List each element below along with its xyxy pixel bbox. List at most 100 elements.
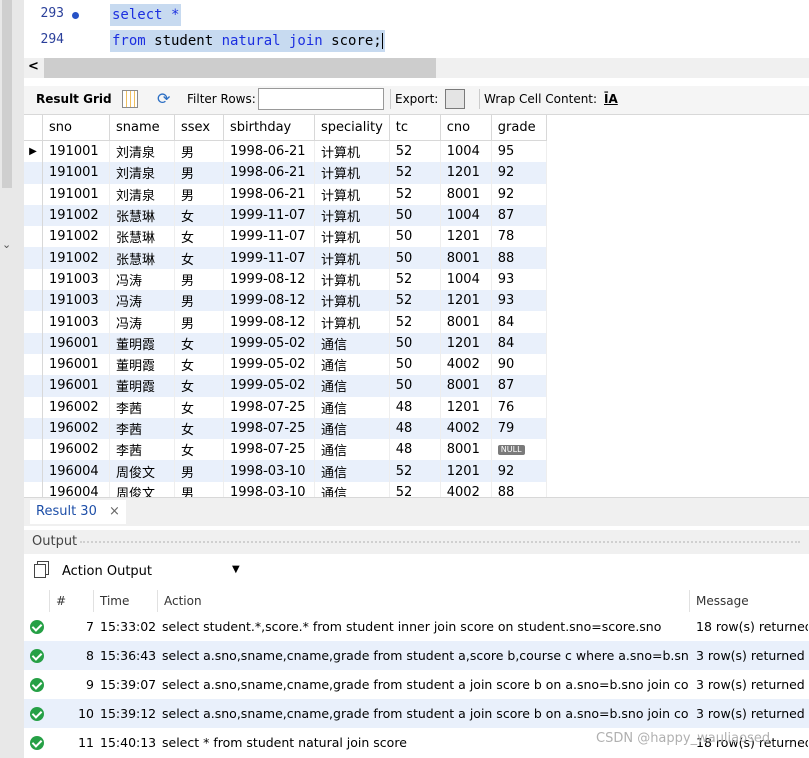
grid-cell[interactable]: 8001 [440, 183, 492, 205]
grid-cell[interactable]: 刘清泉 [109, 162, 175, 184]
grid-cell[interactable]: 1998-03-10 [223, 481, 315, 497]
grid-cell[interactable]: 1004 [440, 204, 492, 227]
grid-cell[interactable]: 1998-07-25 [223, 417, 315, 440]
grid-cell[interactable]: 1999-11-07 [223, 226, 315, 248]
grid-cell[interactable]: 张慧琳 [109, 247, 175, 269]
grid-cell[interactable]: 191002 [42, 226, 110, 248]
column-header[interactable]: cno [440, 115, 492, 141]
filter-rows-input[interactable] [258, 88, 384, 110]
grid-cell[interactable]: 191002 [42, 204, 110, 227]
grid-cell[interactable]: 191001 [42, 183, 110, 205]
export-icon[interactable] [445, 89, 465, 109]
row-indicator[interactable] [24, 311, 43, 333]
grid-cell[interactable]: 通信 [314, 417, 390, 440]
grid-cell[interactable]: 52 [389, 268, 441, 291]
grid-cell[interactable]: 计算机 [314, 268, 390, 291]
table-row[interactable]: 196001 董明霞女 1999-05-02 通信 50 1201 84 [24, 332, 547, 354]
grid-cell[interactable]: 1998-07-25 [223, 396, 315, 418]
grid-cell[interactable]: 1201 [440, 226, 492, 248]
column-header[interactable]: sbirthday [223, 115, 315, 141]
grid-cell[interactable]: 计算机 [314, 140, 390, 163]
grid-cell[interactable]: 通信 [314, 481, 390, 497]
close-icon[interactable]: × [109, 504, 120, 519]
grid-cell[interactable]: 男 [174, 290, 224, 312]
grid-cell[interactable]: 52 [389, 311, 441, 333]
grid-cell[interactable]: 48 [389, 439, 441, 461]
grid-cell[interactable]: 8001 [440, 247, 492, 269]
output-type-select[interactable]: Action Output [62, 564, 152, 579]
grid-cell[interactable]: 刘清泉 [109, 183, 175, 205]
output-row[interactable]: 7 15:33:02 select student.*,score.* from s… [24, 612, 809, 641]
row-indicator[interactable] [24, 481, 43, 497]
grid-cell[interactable]: 男 [174, 140, 224, 163]
grid-cell[interactable]: 191001 [42, 162, 110, 184]
column-header[interactable]: sno [42, 115, 110, 141]
output-row[interactable]: 8 15:36:43 select a.sno,sname,cname,grade … [24, 641, 809, 670]
grid-cell[interactable]: 女 [174, 417, 224, 440]
sql-editor[interactable]: 293 select * 294 from student natural jo… [24, 0, 809, 58]
grid-cell[interactable]: 84 [491, 332, 547, 354]
grid-cell[interactable]: 计算机 [314, 247, 390, 269]
table-row[interactable]: 191003 冯涛男 1999-08-12 计算机 52 1004 93 [24, 268, 547, 291]
grid-cell[interactable]: 李茜 [109, 439, 175, 461]
grid-cell[interactable]: 通信 [314, 460, 390, 482]
grid-cell[interactable]: 196001 [42, 332, 110, 354]
row-indicator[interactable] [24, 375, 43, 397]
grid-cell[interactable]: 50 [389, 375, 441, 397]
column-header[interactable]: sname [109, 115, 175, 141]
row-indicator[interactable] [24, 226, 43, 248]
grid-cell[interactable]: 78 [491, 226, 547, 248]
output-row[interactable]: 10 15:39:12 select a.sno,sname,cname,grade… [24, 699, 809, 728]
grid-cell[interactable]: 周俊文 [109, 460, 175, 482]
row-indicator[interactable] [24, 162, 43, 184]
grid-cell[interactable]: 88 [491, 247, 547, 269]
grid-cell[interactable]: 1999-11-07 [223, 247, 315, 269]
grid-cell[interactable]: 1201 [440, 332, 492, 354]
panel-drag-handle[interactable] [80, 541, 800, 543]
grid-cell[interactable]: 计算机 [314, 162, 390, 184]
grid-cell[interactable]: 52 [389, 460, 441, 482]
grid-cell[interactable]: 52 [389, 140, 441, 163]
grid-cell[interactable]: 男 [174, 183, 224, 205]
grid-cell[interactable]: 48 [389, 396, 441, 418]
grid-cell[interactable]: 计算机 [314, 204, 390, 227]
row-indicator[interactable] [24, 439, 43, 461]
table-row[interactable]: 191002 张慧琳女 1999-11-07 计算机 50 8001 88 [24, 247, 547, 269]
grid-cell[interactable]: 董明霞 [109, 375, 175, 397]
grid-cell[interactable]: 95 [491, 140, 547, 163]
grid-cell[interactable]: 通信 [314, 396, 390, 418]
grid-cell[interactable]: 1201 [440, 396, 492, 418]
grid-cell[interactable]: 女 [174, 226, 224, 248]
grid-cell[interactable]: 男 [174, 268, 224, 291]
grid-cell[interactable]: 4002 [440, 417, 492, 440]
table-row[interactable]: 191002 张慧琳女 1999-11-07 计算机 50 1201 78 [24, 226, 547, 248]
left-scrollbar-thumb[interactable] [2, 0, 12, 188]
grid-cell[interactable]: 196002 [42, 396, 110, 418]
grid-cell[interactable]: 1998-06-21 [223, 183, 315, 205]
grid-cell[interactable]: 1999-08-12 [223, 311, 315, 333]
grid-cell[interactable]: 52 [389, 290, 441, 312]
grid-cell[interactable]: 50 [389, 247, 441, 269]
grid-cell[interactable]: 1999-08-12 [223, 290, 315, 312]
grid-cell[interactable]: 92 [491, 183, 547, 205]
column-header[interactable]: grade [491, 115, 547, 141]
grid-cell[interactable]: 计算机 [314, 290, 390, 312]
grid-cell[interactable]: 1998-03-10 [223, 460, 315, 482]
table-row[interactable]: 191001 刘清泉男 1998-06-21 计算机 52 8001 92 [24, 183, 547, 205]
grid-cell[interactable]: 男 [174, 162, 224, 184]
row-indicator[interactable] [24, 417, 43, 440]
grid-cell[interactable]: 董明霞 [109, 332, 175, 354]
row-indicator[interactable] [24, 396, 43, 418]
grid-cell[interactable]: 张慧琳 [109, 226, 175, 248]
editor-horizontal-scrollbar[interactable]: < [24, 58, 809, 78]
column-header[interactable]: ssex [174, 115, 224, 141]
grid-cell[interactable]: 191003 [42, 268, 110, 291]
table-row[interactable]: 196004 周俊文男 1998-03-10 通信 52 1201 92 [24, 460, 547, 482]
grid-cell[interactable]: 1004 [440, 140, 492, 163]
grid-cell[interactable]: 男 [174, 311, 224, 333]
row-indicator[interactable] [24, 290, 43, 312]
grid-cell[interactable]: 通信 [314, 353, 390, 376]
grid-cell[interactable]: 女 [174, 204, 224, 227]
grid-cell[interactable]: 84 [491, 311, 547, 333]
table-row[interactable]: 191001 刘清泉男 1998-06-21 计算机 52 1201 92 [24, 162, 547, 184]
